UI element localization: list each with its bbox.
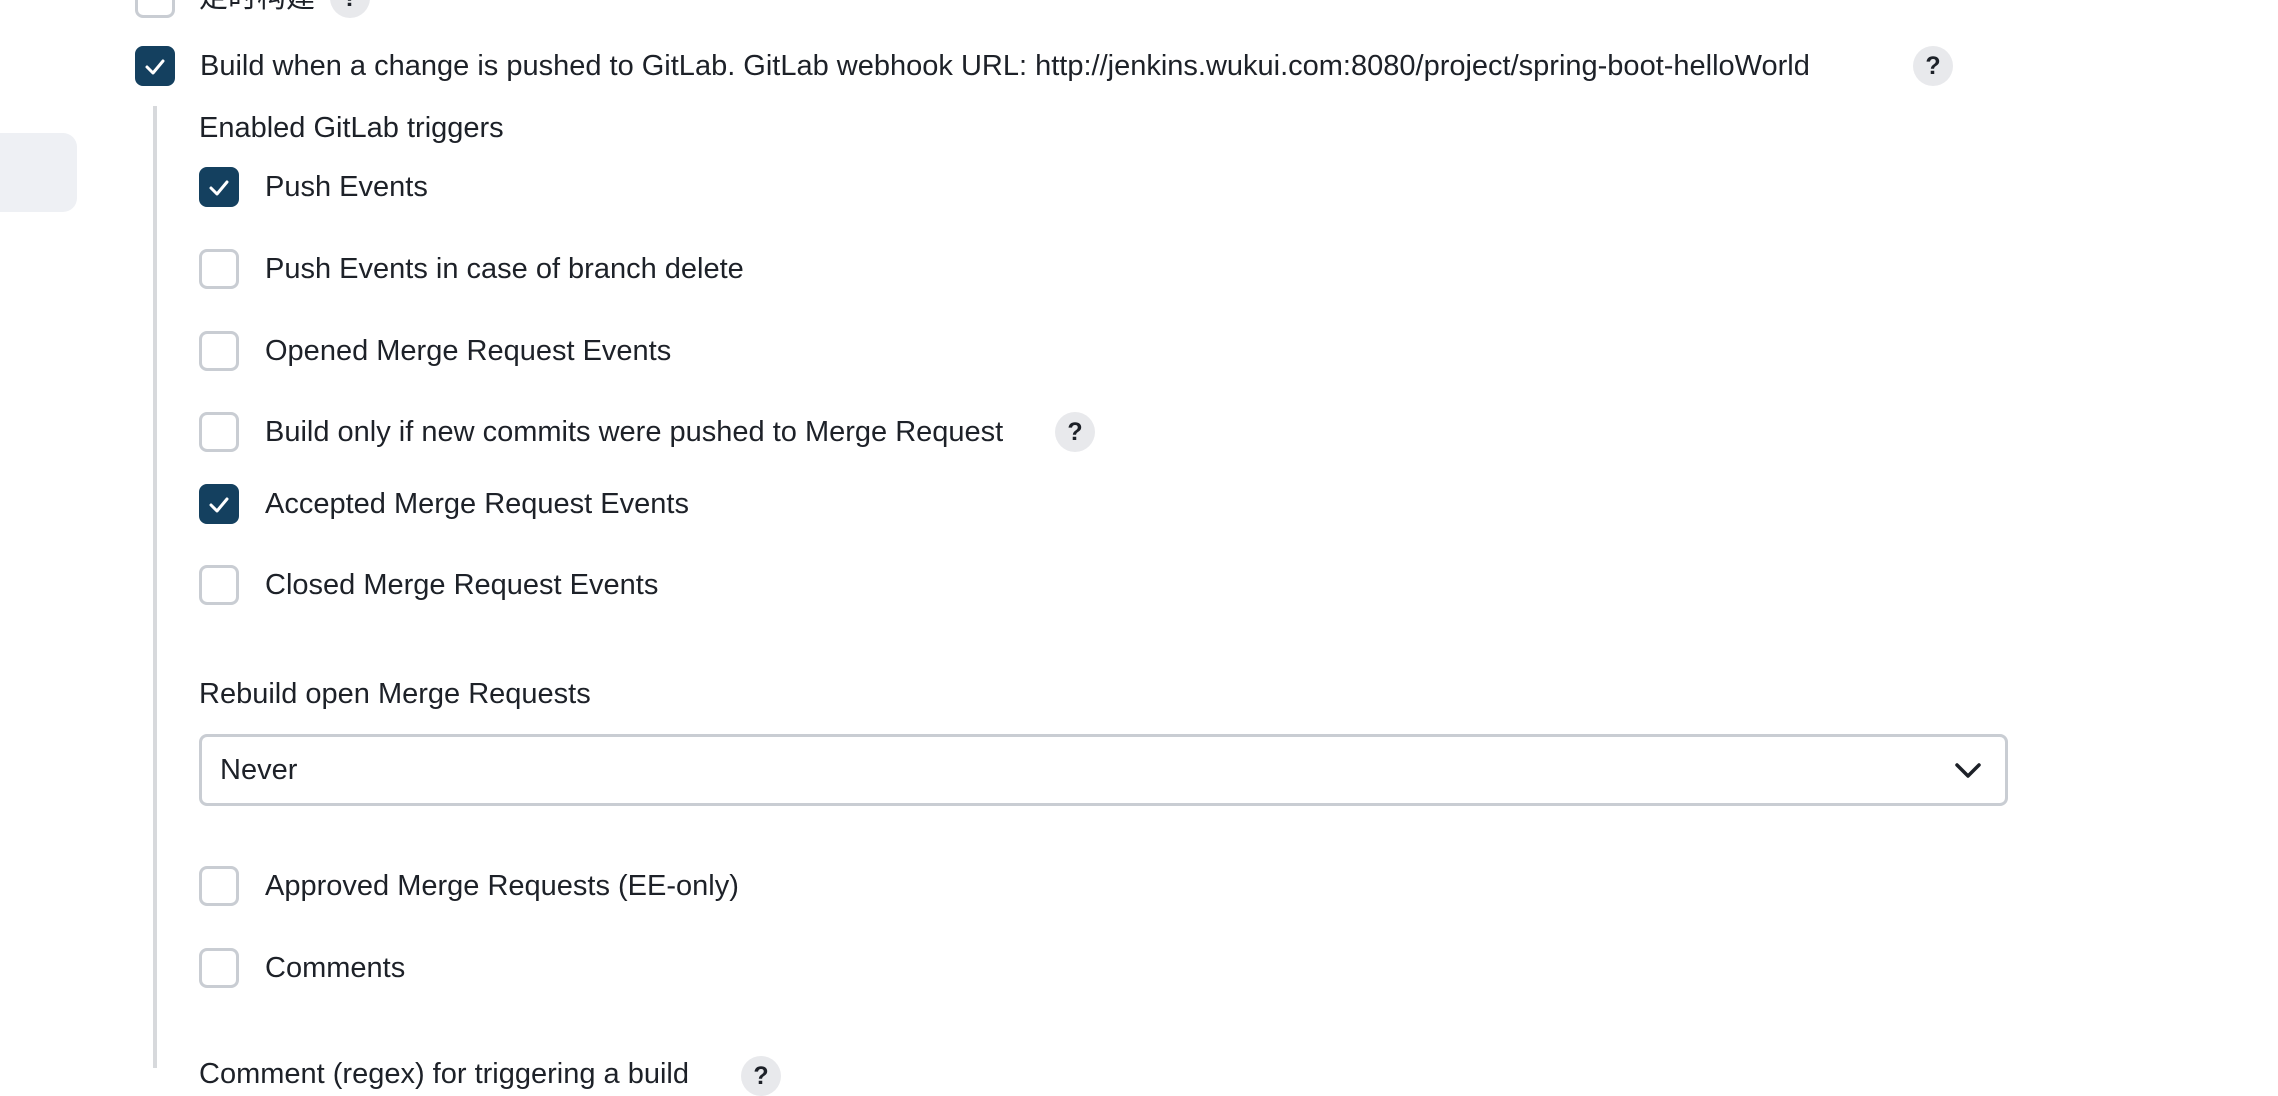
gitlab-trigger-checkbox[interactable] xyxy=(135,46,175,86)
comments-label: Comments xyxy=(265,952,406,984)
closed-mr-checkbox[interactable] xyxy=(199,565,239,605)
accepted-mr-label: Accepted Merge Request Events xyxy=(265,488,689,520)
push-events-checkbox[interactable] xyxy=(199,167,239,207)
opened-mr-checkbox[interactable] xyxy=(199,331,239,371)
push-events-label: Push Events xyxy=(265,171,428,203)
enabled-triggers-heading: Enabled GitLab triggers xyxy=(199,112,504,144)
chevron-down-icon xyxy=(1955,763,1981,778)
check-icon xyxy=(209,180,229,196)
new-commits-mr-checkbox[interactable] xyxy=(199,412,239,452)
approved-mr-label: Approved Merge Requests (EE-only) xyxy=(265,870,739,902)
build-periodically-label: 定时构建 xyxy=(199,0,315,16)
sidebar-tab[interactable] xyxy=(0,133,77,212)
gitlab-trigger-help-icon[interactable]: ? xyxy=(1913,46,1953,86)
rebuild-mr-label: Rebuild open Merge Requests xyxy=(199,678,591,710)
build-periodically-help-icon[interactable]: ? xyxy=(330,0,370,18)
section-indent-line xyxy=(153,106,157,1068)
check-icon xyxy=(209,497,229,513)
accepted-mr-checkbox[interactable] xyxy=(199,484,239,524)
check-icon xyxy=(145,59,165,75)
comments-checkbox[interactable] xyxy=(199,948,239,988)
push-branch-delete-checkbox[interactable] xyxy=(199,249,239,289)
approved-mr-checkbox[interactable] xyxy=(199,866,239,906)
new-commits-mr-label: Build only if new commits were pushed to… xyxy=(265,416,1004,448)
new-commits-mr-help-icon[interactable]: ? xyxy=(1055,412,1095,452)
rebuild-mr-select[interactable]: Never xyxy=(199,734,2008,806)
rebuild-mr-value: Never xyxy=(220,754,298,786)
comment-regex-help-icon[interactable]: ? xyxy=(741,1056,781,1096)
closed-mr-label: Closed Merge Request Events xyxy=(265,569,659,601)
comment-regex-label: Comment (regex) for triggering a build xyxy=(199,1058,689,1090)
opened-mr-label: Opened Merge Request Events xyxy=(265,335,672,367)
push-branch-delete-label: Push Events in case of branch delete xyxy=(265,253,744,285)
gitlab-trigger-label: Build when a change is pushed to GitLab.… xyxy=(200,50,1810,82)
build-periodically-checkbox[interactable] xyxy=(135,0,175,18)
